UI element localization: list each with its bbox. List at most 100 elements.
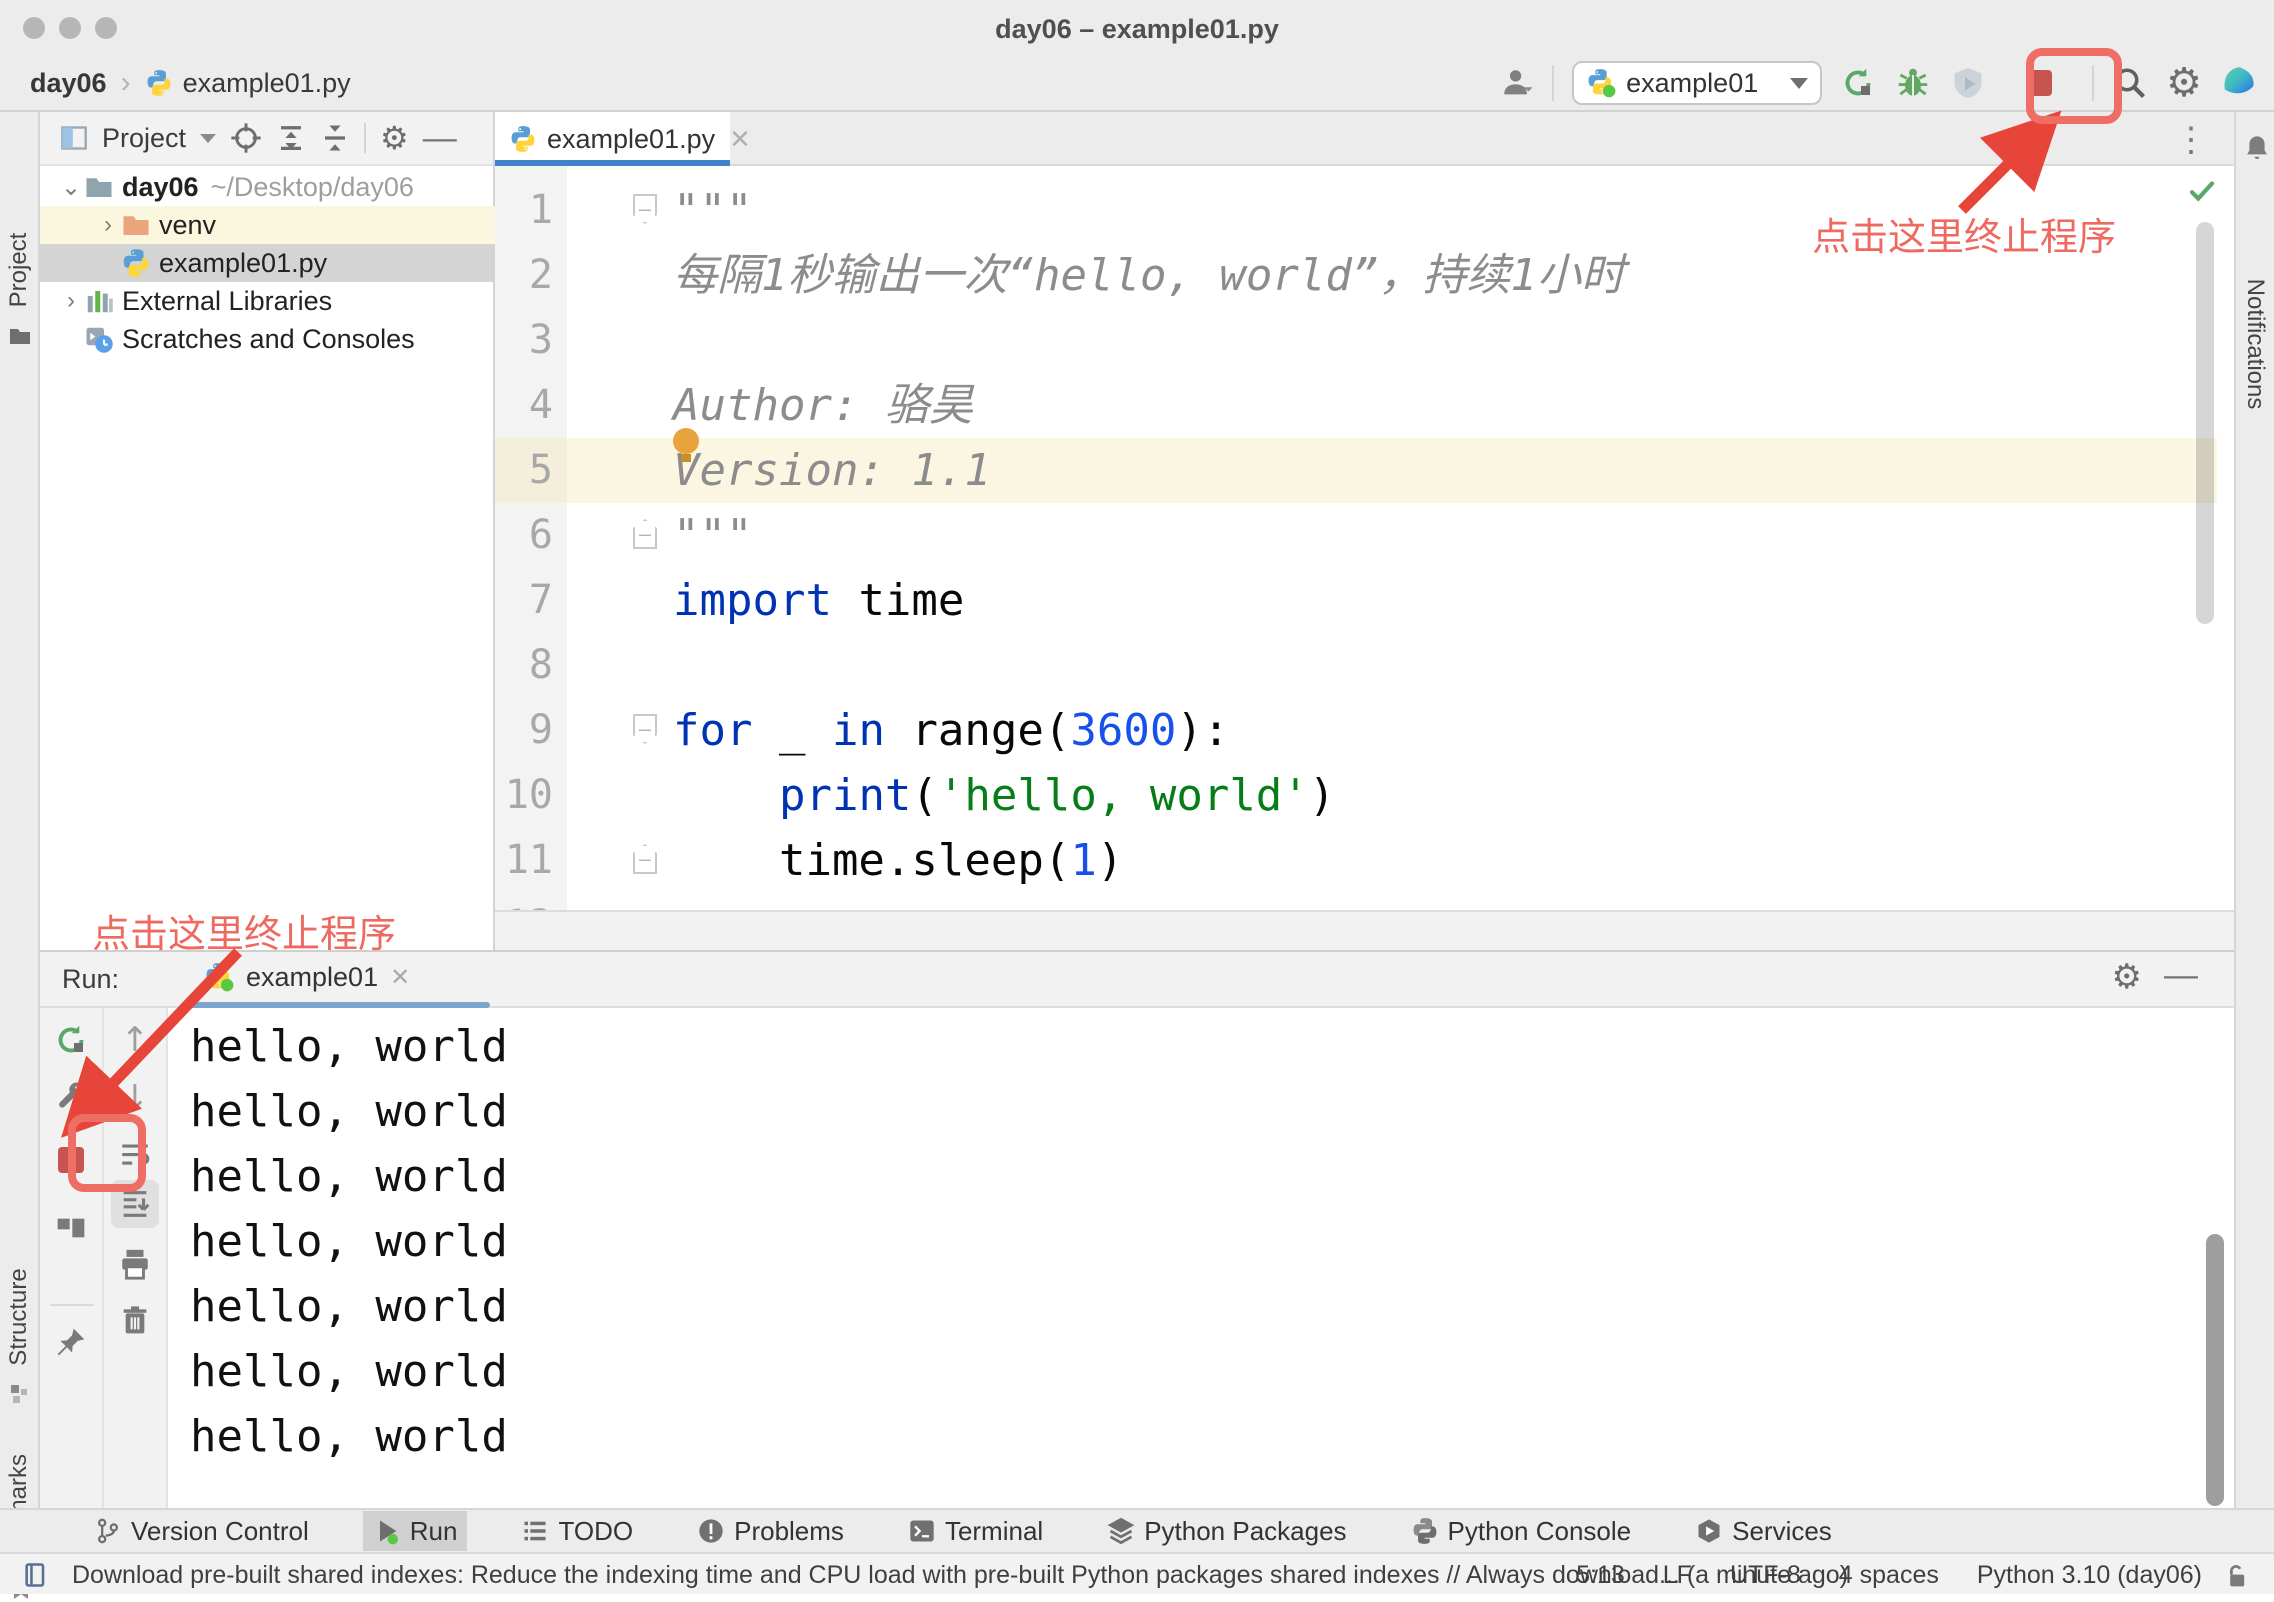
project-view-title[interactable]: Project <box>102 123 186 154</box>
run-tab-underline <box>186 1002 490 1008</box>
prev-occurrence-icon[interactable]: ↑ <box>111 1016 159 1064</box>
editor-tab-example01[interactable]: example01.py ✕ <box>495 112 751 166</box>
code-text: """ <box>673 510 753 561</box>
project-stripe-folder-icon <box>8 324 32 348</box>
editor-vertical-scrollbar[interactable] <box>2196 222 2214 624</box>
tool-stripe-structure[interactable]: Structure <box>5 1268 33 1365</box>
code-line-8[interactable]: 8 <box>495 633 2234 698</box>
rerun-program-button[interactable] <box>47 1016 95 1064</box>
run-tool-window-header: Run: example01 ✕ ⚙ — <box>40 952 2234 1008</box>
code-line-12[interactable]: 12 <box>495 893 2234 910</box>
toolwindow-tab-services[interactable]: Services <box>1685 1511 1842 1551</box>
run-configuration-select[interactable]: example01 <box>1572 61 1823 105</box>
code-line-10[interactable]: 10 print('hello, world') <box>495 763 2234 828</box>
code-line-6[interactable]: 6 – """ <box>495 503 2234 568</box>
collapse-all-icon[interactable] <box>320 123 350 153</box>
fold-marker-icon[interactable]: – <box>633 714 657 744</box>
toolwindow-tab-terminal[interactable]: Terminal <box>898 1511 1053 1551</box>
toolwindow-tab-python-console[interactable]: Python Console <box>1401 1511 1642 1551</box>
intention-bulb-icon[interactable] <box>673 428 699 462</box>
status-widget-4-spaces[interactable]: 4 spaces <box>1839 1561 1939 1590</box>
toolwindow-tab-version-control[interactable]: Version Control <box>84 1511 319 1551</box>
tool-stripe-project[interactable]: Project <box>5 233 33 308</box>
tree-chevron-icon[interactable]: › <box>58 287 84 315</box>
code-line-7[interactable]: 7 import time <box>495 568 2234 633</box>
breadcrumb-file[interactable]: example01.py <box>183 68 351 99</box>
status-widget-python-3.10-day06-[interactable]: Python 3.10 (day06) <box>1977 1561 2202 1590</box>
project-options-gear-icon[interactable]: ⚙ <box>380 122 409 154</box>
fold-marker-icon[interactable]: – <box>633 844 657 874</box>
annotation-frame-bottom-stop <box>68 1114 146 1192</box>
print-icon[interactable] <box>111 1240 159 1288</box>
tree-item-example01-py[interactable]: example01.py <box>40 244 495 282</box>
code-line-5[interactable]: 5 Version: 1.1 <box>495 438 2234 503</box>
tree-item-label: example01.py <box>159 247 328 278</box>
clear-console-icon[interactable] <box>111 1296 159 1344</box>
lock-open-icon[interactable] <box>2222 1562 2250 1592</box>
status-widget-utf-8[interactable]: UTF-8 <box>1730 1561 1801 1590</box>
python-icon <box>121 248 151 278</box>
toolwindow-tab-label: Services <box>1732 1515 1832 1546</box>
notifications-bell-icon[interactable] <box>2243 132 2271 164</box>
code-line-3[interactable]: 3 <box>495 308 2234 373</box>
toolwindow-tab-run[interactable]: Run <box>362 1511 468 1551</box>
hide-panel-icon[interactable]: — <box>423 119 457 158</box>
code-with-me-icon[interactable] <box>2220 64 2258 102</box>
code-text: """ <box>673 185 753 236</box>
editor-tab-label: example01.py <box>547 123 716 154</box>
toolwindow-tab-todo[interactable]: TODO <box>511 1511 643 1551</box>
title-bar: day06 – example01.py <box>0 0 2274 56</box>
code-editor[interactable]: 1– """ 2 每隔1秒输出一次“hello, world”，持续1小时 3 4 Auth… <box>495 166 2234 910</box>
inspections-ok-check-icon[interactable] <box>2187 176 2217 206</box>
console-vertical-scrollbar[interactable] <box>2206 1234 2224 1506</box>
line-number: 1 <box>528 187 553 233</box>
tree-item-label: venv <box>159 209 217 240</box>
toolbar-separator <box>50 1304 94 1306</box>
tree-item-label: Scratches and Consoles <box>122 323 415 354</box>
breadcrumb-project[interactable]: day06 <box>30 68 107 99</box>
close-tab-icon[interactable]: ✕ <box>729 124 751 155</box>
pin-tab-icon[interactable] <box>47 1318 95 1366</box>
python-run-icon <box>204 962 234 992</box>
debug-button[interactable] <box>1894 64 1932 102</box>
code-line-9[interactable]: 9 – for _ in range(3600): <box>495 698 2234 763</box>
expand-all-icon[interactable] <box>276 123 306 153</box>
fold-marker-icon[interactable]: – <box>633 519 657 549</box>
rerun-button[interactable] <box>1840 65 1876 101</box>
tool-stripe-notifications[interactable]: Notifications <box>2241 279 2269 410</box>
line-number: 5 <box>528 447 553 493</box>
tree-item-venv[interactable]: › venv <box>40 206 495 244</box>
settings-gear-icon[interactable]: ⚙ <box>2166 63 2202 103</box>
structure-icon <box>9 1382 33 1406</box>
line-number: 3 <box>528 317 553 363</box>
toolwindow-tab-problems[interactable]: Problems <box>687 1511 854 1551</box>
tree-item-external-libraries[interactable]: › External Libraries <box>40 282 495 320</box>
toolwindow-tab-python-packages[interactable]: Python Packages <box>1097 1511 1356 1551</box>
user-profile-icon[interactable] <box>1500 66 1534 100</box>
close-run-tab-icon[interactable]: ✕ <box>390 963 410 992</box>
toolwindow-tab-label: Run <box>409 1515 458 1546</box>
annotation-text-top: 点击这里终止程序 <box>1812 217 2117 259</box>
status-widget-5-13[interactable]: 5:13 <box>1576 1561 1625 1590</box>
line-number: 12 <box>495 893 553 910</box>
status-widget-lf[interactable]: LF <box>1663 1561 1692 1590</box>
locate-file-icon[interactable] <box>230 122 262 154</box>
tree-item-label: External Libraries <box>122 285 333 316</box>
code-line-11[interactable]: 11 – time.sleep(1) <box>495 828 2234 893</box>
run-tab-label: example01 <box>246 961 379 992</box>
tree-item-day06[interactable]: ⌄ day06 ~/Desktop/day06 <box>40 168 495 206</box>
hide-run-panel-icon[interactable]: — <box>2164 956 2198 995</box>
tree-chevron-icon[interactable]: › <box>95 211 121 239</box>
editor-options-icon[interactable]: ⋮ <box>2174 120 2208 160</box>
restore-layout-icon[interactable] <box>47 1204 95 1252</box>
status-widgets: 5:13 LF UTF-8 4 spaces Python 3.10 (day06) <box>1576 1561 2202 1590</box>
status-indexing-icon[interactable] <box>22 1561 50 1589</box>
run-settings-gear-icon[interactable]: ⚙ <box>2112 960 2142 994</box>
pycharm-window: day06 – example01.py day06 › example01.p… <box>0 0 2274 1599</box>
tree-chevron-icon[interactable]: ⌄ <box>58 173 84 202</box>
run-tab-example01[interactable]: example01 ✕ <box>186 952 428 1002</box>
fold-marker-icon[interactable]: – <box>633 194 657 224</box>
run-toolbar-primary <box>40 1008 104 1508</box>
tree-item-scratches-and-consoles[interactable]: Scratches and Consoles <box>40 320 495 358</box>
code-line-4[interactable]: 4 Author: 骆昊 <box>495 373 2234 438</box>
